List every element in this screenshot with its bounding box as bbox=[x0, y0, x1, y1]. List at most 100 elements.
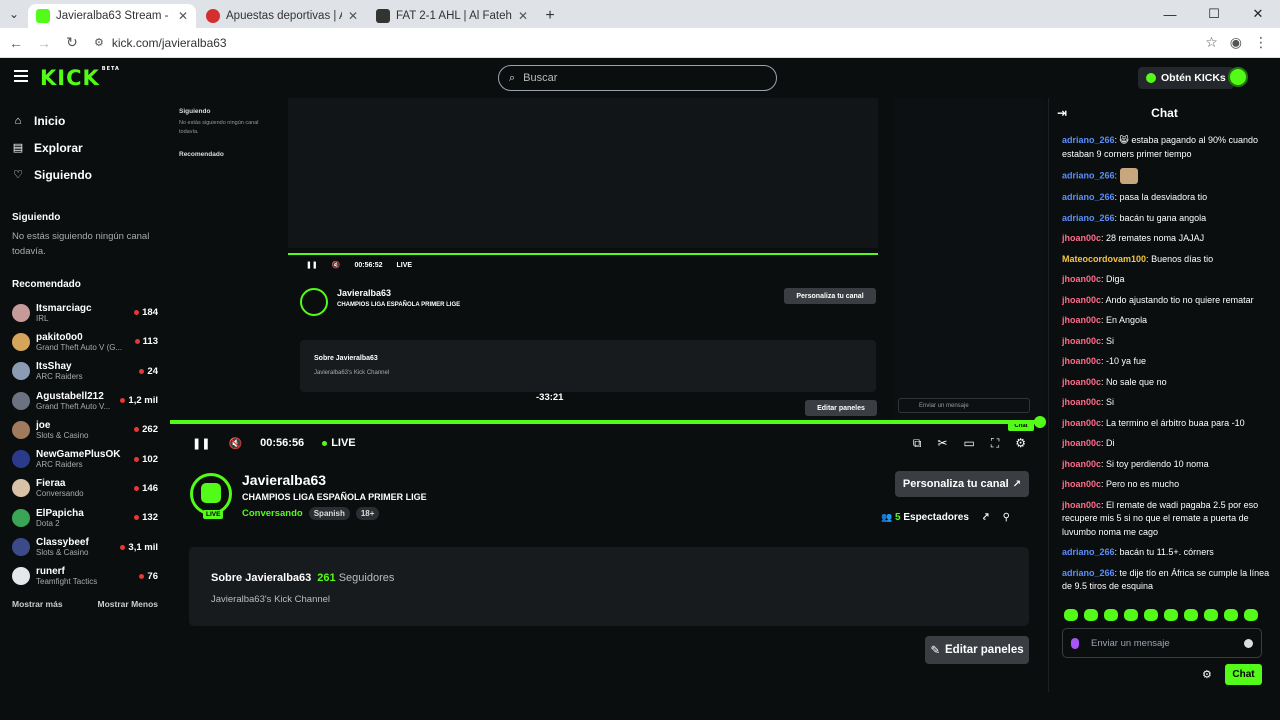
new-tab-plus-icon[interactable]: + bbox=[538, 4, 562, 28]
channel-name[interactable]: Javieralba63 bbox=[242, 472, 326, 488]
chat-message: jhoan00c: Si bbox=[1062, 335, 1270, 349]
emote-icon[interactable] bbox=[1104, 609, 1118, 621]
settings-gear-icon[interactable]: ⚙ bbox=[1015, 436, 1026, 451]
fullscreen-icon[interactable]: ⛶ bbox=[991, 436, 999, 451]
video-player[interactable]: Siguiendo No estás siguiendo ningún cana… bbox=[170, 98, 1048, 454]
emote-icon[interactable] bbox=[1184, 609, 1198, 621]
recommended-channel[interactable]: Fieraa Conversando 146 bbox=[0, 474, 170, 503]
forward-arrow-icon[interactable]: → bbox=[32, 31, 56, 55]
emoji-picker-icon[interactable] bbox=[1244, 638, 1253, 648]
chat-username[interactable]: jhoan00c bbox=[1062, 295, 1101, 305]
browser-tab-kick[interactable]: Javieralba63 Stream - Watch Li ✕ bbox=[28, 4, 196, 28]
emote-icon[interactable] bbox=[1084, 609, 1098, 621]
collapse-chat-icon[interactable]: ⇥ bbox=[1057, 106, 1067, 120]
close-tab-icon[interactable]: ✕ bbox=[518, 9, 528, 23]
chat-username[interactable]: adriano_266 bbox=[1062, 568, 1115, 578]
chat-username[interactable]: adriano_266 bbox=[1062, 170, 1115, 180]
recommended-channel[interactable]: joe Slots & Casino 262 bbox=[0, 415, 170, 444]
back-arrow-icon[interactable]: ← bbox=[4, 31, 28, 55]
close-window-icon[interactable]: ✕ bbox=[1236, 0, 1280, 28]
recommended-channel[interactable]: runerf Teamfight Tactics 76 bbox=[0, 562, 170, 591]
chat-settings-icon[interactable]: ⚙ bbox=[1202, 668, 1212, 681]
picture-in-picture-icon[interactable]: ⧉ bbox=[913, 436, 922, 451]
search-box[interactable]: ⌕ bbox=[498, 65, 777, 91]
chat-username[interactable]: jhoan00c bbox=[1062, 377, 1101, 387]
mute-icon[interactable]: 🔇 bbox=[228, 437, 242, 450]
profile-icon[interactable]: ◉ bbox=[1230, 34, 1242, 51]
chat-message: jhoan00c: Ando ajustando tio no quiere r… bbox=[1062, 294, 1270, 308]
chat-username[interactable]: jhoan00c bbox=[1062, 459, 1101, 469]
chat-username[interactable]: jhoan00c bbox=[1062, 356, 1101, 366]
channel-avatar[interactable]: LIVE bbox=[190, 473, 232, 519]
emote-icon[interactable] bbox=[1204, 609, 1218, 621]
progress-bar[interactable] bbox=[170, 416, 1046, 428]
close-tab-icon[interactable]: ✕ bbox=[348, 9, 358, 23]
search-input[interactable] bbox=[523, 72, 666, 84]
nav-siguiendo[interactable]: ♡ Siguiendo bbox=[0, 161, 170, 188]
emote-icon[interactable] bbox=[1064, 609, 1078, 621]
browser-menu-icon[interactable]: ⋮ bbox=[1254, 34, 1268, 51]
chat-username[interactable]: jhoan00c bbox=[1062, 438, 1101, 448]
tab-title: Apuestas deportivas | Apuestas bbox=[226, 10, 342, 22]
close-tab-icon[interactable]: ✕ bbox=[178, 9, 188, 23]
nav-explorar[interactable]: ▤ Explorar bbox=[0, 134, 170, 161]
hamburger-menu-icon[interactable] bbox=[14, 70, 28, 82]
chat-input-box[interactable] bbox=[1062, 628, 1262, 658]
url-field[interactable]: ⚙ kick.com/javieralba63 bbox=[94, 36, 1205, 50]
chat-username[interactable]: jhoan00c bbox=[1062, 397, 1101, 407]
chat-username[interactable]: jhoan00c bbox=[1062, 233, 1101, 243]
show-more-link[interactable]: Mostrar más bbox=[12, 599, 63, 609]
browser-tab-fat[interactable]: FAT 2-1 AHL | Al Fateh vs Al Ahl ✕ bbox=[368, 4, 536, 28]
user-options-icon[interactable]: ⚲ bbox=[1003, 512, 1010, 523]
kick-logo[interactable]: KICK BETA bbox=[40, 66, 120, 90]
chat-username[interactable]: jhoan00c bbox=[1062, 418, 1101, 428]
maximize-icon[interactable]: ☐ bbox=[1192, 0, 1236, 28]
share-icon[interactable]: ⤤ bbox=[983, 512, 989, 523]
recommended-channel[interactable]: Classybeef Slots & Casino 3,1 mil bbox=[0, 532, 170, 561]
recommended-channel[interactable]: NewGamePlusOK ARC Raiders 102 bbox=[0, 444, 170, 473]
chat-username[interactable]: adriano_266 bbox=[1062, 547, 1115, 557]
show-less-link[interactable]: Mostrar Menos bbox=[98, 599, 158, 609]
clip-icon[interactable]: ✂ bbox=[937, 436, 947, 451]
microphone-icon[interactable] bbox=[1071, 637, 1079, 649]
chat-username[interactable]: adriano_266 bbox=[1062, 213, 1115, 223]
user-avatar[interactable] bbox=[1228, 67, 1248, 87]
browser-tab-apuestas[interactable]: Apuestas deportivas | Apuestas ✕ bbox=[198, 4, 366, 28]
category-link[interactable]: Conversando bbox=[242, 508, 303, 519]
tag-spanish[interactable]: Spanish bbox=[308, 507, 350, 520]
get-kicks-button[interactable]: Obtén KICKs bbox=[1138, 67, 1234, 89]
chat-message-input[interactable] bbox=[1091, 637, 1244, 649]
emote-icon[interactable] bbox=[1144, 609, 1158, 621]
recommended-channel[interactable]: pakito0o0 Grand Theft Auto V (G... 113 bbox=[0, 327, 170, 356]
site-info-icon[interactable]: ⚙ bbox=[94, 36, 104, 49]
recommended-channel[interactable]: Itsmarciagc IRL 184 bbox=[0, 298, 170, 327]
chat-username[interactable]: adriano_266 bbox=[1062, 192, 1115, 202]
emote-icon[interactable] bbox=[1244, 609, 1258, 621]
chat-username[interactable]: jhoan00c bbox=[1062, 315, 1101, 325]
emote-icon[interactable] bbox=[1124, 609, 1138, 621]
recommended-channel[interactable]: Agustabell212 Grand Theft Auto V... 1,2 mi… bbox=[0, 386, 170, 415]
chat-username[interactable]: jhoan00c bbox=[1062, 500, 1101, 510]
recommended-channel[interactable]: ItsShay ARC Raiders 24 bbox=[0, 357, 170, 386]
tab-search-chevron-icon[interactable]: ⌄ bbox=[0, 0, 28, 28]
minimize-icon[interactable]: — bbox=[1148, 0, 1192, 28]
emote-icon[interactable] bbox=[1224, 609, 1238, 621]
chat-username[interactable]: jhoan00c bbox=[1062, 274, 1101, 284]
bookmark-star-icon[interactable]: ☆ bbox=[1205, 34, 1218, 51]
edit-panels-button[interactable]: ✎ Editar paneles bbox=[925, 636, 1029, 664]
reload-icon[interactable]: ↻ bbox=[60, 31, 84, 55]
progress-knob[interactable] bbox=[1034, 416, 1046, 428]
pause-icon[interactable]: ❚❚ bbox=[192, 437, 210, 450]
emote-icon[interactable] bbox=[1164, 609, 1178, 621]
customize-channel-button[interactable]: Personaliza tu canal ↗ bbox=[895, 471, 1029, 497]
theater-mode-icon[interactable]: ▭ bbox=[963, 436, 974, 451]
recommended-channel[interactable]: ElPapicha Dota 2 132 bbox=[0, 503, 170, 532]
tag-18plus[interactable]: 18+ bbox=[355, 507, 380, 520]
chat-username[interactable]: jhoan00c bbox=[1062, 479, 1101, 489]
chat-username[interactable]: adriano_266 bbox=[1062, 135, 1115, 145]
nav-inicio[interactable]: ⌂ Inicio bbox=[0, 107, 170, 134]
chat-username[interactable]: jhoan00c bbox=[1062, 336, 1101, 346]
chat-username[interactable]: Mateocordovam100 bbox=[1062, 254, 1146, 264]
chat-send-button[interactable]: Chat bbox=[1225, 664, 1262, 685]
recommended-title: Recomendado bbox=[12, 279, 81, 290]
